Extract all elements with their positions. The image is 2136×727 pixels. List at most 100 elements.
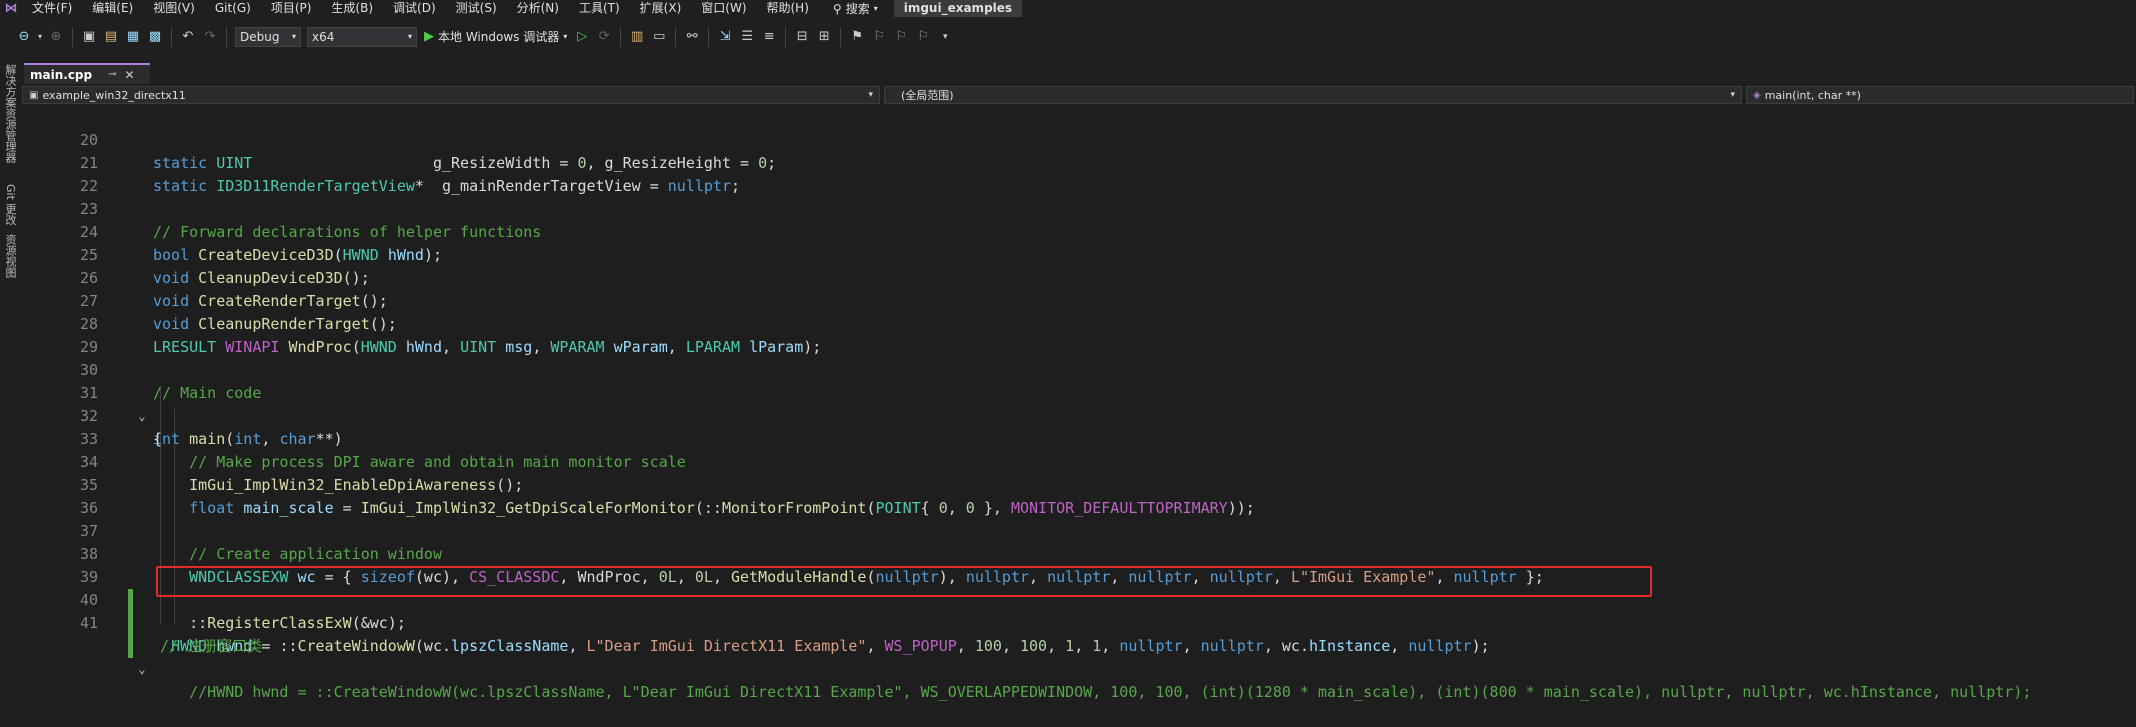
project-value: example_win32_directx11	[42, 88, 186, 102]
menu-extensions[interactable]: 扩展(X)	[630, 0, 692, 17]
menu-file[interactable]: 文件(F)	[22, 0, 82, 17]
menu-debug[interactable]: 调试(D)	[383, 0, 446, 17]
tab-main-cpp[interactable]: main.cpp ⊸ ✕	[24, 63, 150, 84]
navigate-forward-icon[interactable]: ⊕	[46, 27, 66, 47]
function-icon: ◈	[1753, 89, 1761, 101]
layout-icon[interactable]: ▭	[649, 27, 669, 47]
toolbar-separator	[72, 26, 73, 47]
code-line[interactable]: 37 // Create application window	[18, 497, 2136, 563]
menu-build[interactable]: 生成(B)	[321, 0, 383, 17]
clear-bookmarks-icon[interactable]: ⚐	[913, 27, 933, 47]
code-text: // 注册窗口类	[160, 637, 263, 655]
toolbar-separator	[840, 26, 842, 47]
code-line[interactable]: 24 bool CreateDeviceD3D(HWND hWnd);	[18, 198, 2136, 264]
menu-tools[interactable]: 工具(T)	[569, 0, 630, 17]
start-debugging-button[interactable]: ▶ 本地 Windows 调试器 ▾	[420, 28, 571, 45]
search-menu[interactable]: ⚲ 搜索 ▾	[825, 0, 886, 17]
menu-edit[interactable]: 编辑(E)	[82, 0, 143, 17]
align-left-icon[interactable]: ☰	[737, 27, 757, 47]
platform-value: x64	[312, 29, 335, 44]
code-line[interactable]: 33 // Make process DPI aware and obtain …	[18, 405, 2136, 471]
code-editor[interactable]: 20 static UINT g_ResizeWidth = 0, g_Resi…	[18, 106, 2136, 701]
platform-select[interactable]: x64 ▾	[307, 26, 417, 47]
code-line[interactable]: 34 ImGui_ImplWin32_EnableDpiAwareness();	[18, 428, 2136, 494]
resource-view-tab[interactable]: 资源视图	[2, 234, 18, 278]
code-line[interactable]: 23 // Forward declarations of helper fun…	[18, 175, 2136, 241]
code-line[interactable]: 31 ⌄ int main(int, char**)	[18, 359, 2136, 448]
menu-window[interactable]: 窗口(W)	[691, 0, 756, 17]
toolbar-separator	[226, 26, 227, 47]
code-line[interactable]: 40 HWND hwnd = ::CreateWindowW(wc.lpszCl…	[18, 566, 2136, 655]
redo-icon[interactable]: ↷	[200, 27, 220, 47]
browse-folder-icon[interactable]: ▥	[627, 27, 647, 47]
chevron-down-icon: ▾	[1730, 90, 1735, 100]
menu-project[interactable]: 项目(P)	[261, 0, 322, 17]
solution-name: imgui_examples	[893, 0, 1023, 17]
navigate-back-icon[interactable]: ⊖	[14, 27, 34, 47]
code-line[interactable]: 25 void CleanupDeviceD3D();	[18, 221, 2136, 287]
save-all-icon[interactable]: ▩	[145, 27, 165, 47]
align-right-icon[interactable]: ≡	[759, 27, 779, 47]
solution-explorer-tab[interactable]: 解决方案资源管理器	[2, 64, 18, 163]
open-file-icon[interactable]: ▤	[101, 27, 121, 47]
code-line[interactable]: 29	[18, 313, 2136, 356]
configuration-value: Debug	[240, 29, 280, 44]
code-line[interactable]: 20 static UINT g_ResizeWidth = 0, g_Resi…	[18, 106, 2136, 172]
code-line[interactable]: 28 LRESULT WINAPI WndProc(HWND hWnd, UIN…	[18, 290, 2136, 356]
pin-icon[interactable]: ⊸	[108, 69, 116, 80]
code-line[interactable]: 36	[18, 474, 2136, 517]
toolbar-separator	[620, 26, 622, 47]
new-project-icon[interactable]: ▣	[79, 27, 99, 47]
visual-studio-logo-icon[interactable]: ⋈	[0, 0, 22, 17]
toolbar-separator	[785, 26, 787, 47]
code-line[interactable]: 35 float main_scale = ImGui_ImplWin32_Ge…	[18, 451, 2136, 517]
code-line[interactable]: 38 WNDCLASSEXW wc = { sizeof(wc), CS_CLA…	[18, 520, 2136, 586]
comment-icon[interactable]: ⊟	[792, 27, 812, 47]
dropdown-arrow-icon[interactable]: ▾	[36, 27, 44, 47]
next-bookmark-icon[interactable]: ⚐	[891, 27, 911, 47]
uncomment-icon[interactable]: ⊞	[814, 27, 834, 47]
code-line[interactable]: 27 void CleanupRenderTarget();	[18, 267, 2136, 333]
code-line[interactable]: 39 ::RegisterClassExW(&wc);	[18, 543, 2136, 632]
toolbar-separator	[171, 26, 172, 47]
chevron-down-icon: ▾	[873, 4, 878, 13]
fold-chevron-icon[interactable]: ⌄	[135, 658, 149, 681]
code-line[interactable]: 32 {	[18, 382, 2136, 448]
undo-icon[interactable]: ↶	[178, 27, 198, 47]
code-text: HWND hwnd = ::CreateWindowW(wc.lpszClass…	[171, 637, 1490, 655]
configuration-select[interactable]: Debug ▾	[235, 26, 301, 47]
start-without-debugging-icon[interactable]: ▷	[572, 27, 592, 47]
left-tool-strip: 解决方案资源管理器 Git 更改 资源视图	[0, 56, 19, 624]
project-icon: ▣	[29, 89, 39, 101]
menu-help[interactable]: 帮助(H)	[757, 0, 819, 17]
hot-reload-icon[interactable]: ⟳	[594, 27, 614, 47]
menu-analyze[interactable]: 分析(N)	[507, 0, 569, 17]
toolbar-overflow-icon[interactable]: ▾	[935, 27, 955, 47]
run-label: 本地 Windows 调试器	[438, 30, 560, 44]
code-line[interactable]: 41 ⌄ //HWND hwnd = ::CreateWindowW(wc.lp…	[18, 589, 2136, 701]
menu-git[interactable]: Git(G)	[205, 0, 261, 17]
member-value: main(int, char **)	[1764, 88, 1861, 102]
close-icon[interactable]: ✕	[125, 68, 135, 82]
scope-dropdown[interactable]: (全局范围) ▾	[884, 86, 1742, 104]
member-dropdown[interactable]: ◈ main(int, char **)	[1746, 86, 2134, 104]
search-icon: ⚲	[832, 1, 842, 16]
code-line[interactable]: 30 // Main code	[18, 336, 2136, 402]
git-changes-tab[interactable]: Git 更改	[2, 184, 18, 225]
step-into-icon[interactable]: ⇲	[715, 27, 735, 47]
bookmark-icon[interactable]: ⚑	[847, 27, 867, 47]
menu-view[interactable]: 视图(V)	[143, 0, 205, 17]
save-icon[interactable]: ▦	[123, 27, 143, 47]
code-text: //HWND hwnd = ::CreateWindowW(wc.lpszCla…	[153, 683, 2032, 701]
code-line[interactable]: 21 static ID3D11RenderTargetView* g_main…	[18, 129, 2136, 195]
prev-bookmark-icon[interactable]: ⚐	[869, 27, 889, 47]
code-line[interactable]: 22	[18, 152, 2136, 195]
chevron-down-icon: ▾	[563, 32, 568, 41]
code-line[interactable]: 26 void CreateRenderTarget();	[18, 244, 2136, 310]
navigation-bar: ▣ example_win32_directx11 ▾ (全局范围) ▾ ◈ m…	[18, 84, 2136, 107]
project-dropdown[interactable]: ▣ example_win32_directx11 ▾	[22, 86, 880, 104]
live-share-icon[interactable]: ⚯	[682, 27, 702, 47]
change-indicator	[128, 635, 133, 658]
standard-toolbar: ⊖ ▾ ⊕ ▣ ▤ ▦ ▩ ↶ ↷ Debug ▾ x64 ▾ ▶ 本地 Win…	[0, 17, 2136, 56]
menu-test[interactable]: 测试(S)	[446, 0, 507, 17]
